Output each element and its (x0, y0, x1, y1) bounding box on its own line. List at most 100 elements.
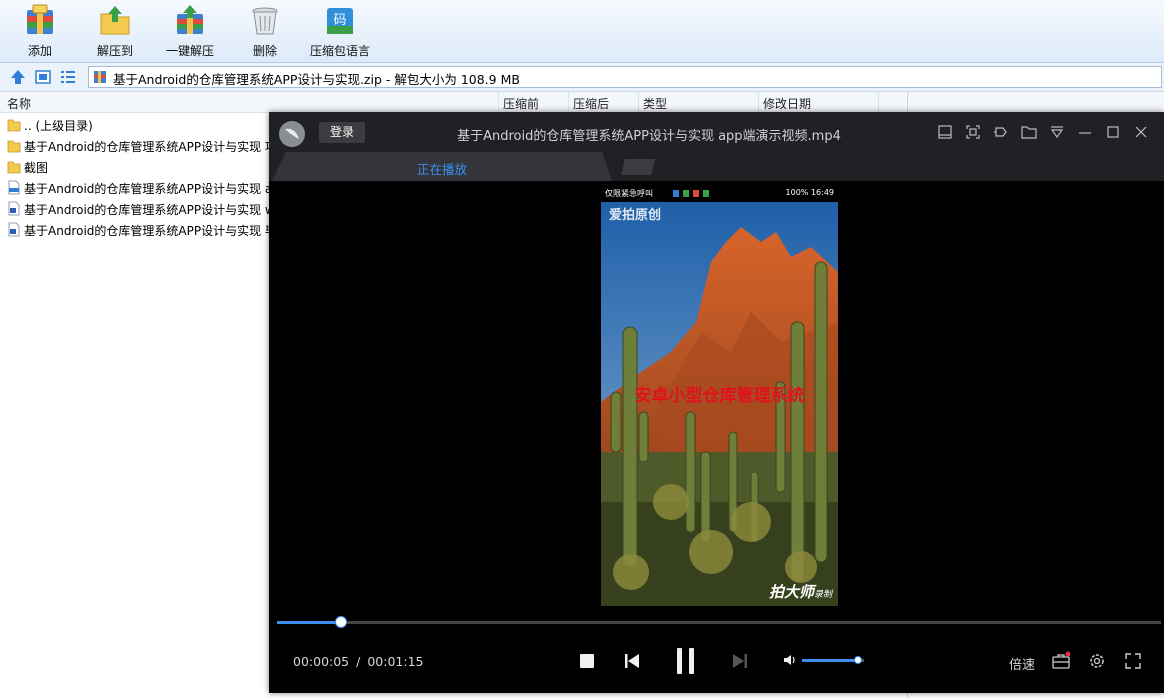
doc-file-icon (7, 201, 21, 216)
pause-button[interactable] (674, 646, 698, 679)
language-code-icon: 码 (323, 4, 357, 38)
notification-dot (1065, 651, 1071, 657)
maximize-icon[interactable] (1104, 123, 1122, 141)
playback-speed-button[interactable]: 倍速 (1009, 654, 1035, 673)
archive-language-label: 压缩包语言 (309, 44, 370, 58)
tab-new[interactable] (621, 159, 655, 175)
tab-now-playing[interactable]: 正在播放 (272, 152, 612, 181)
video-frame: 仅限紧急呼叫 100% 16:49 爱拍原创 安卓小型仓库管理系统 拍大师录制 (601, 186, 838, 606)
player-tab-row: 正在播放 (269, 152, 1164, 181)
mini-mode-icon[interactable] (936, 123, 954, 141)
pause-icon (677, 648, 694, 674)
archive-language-button[interactable]: 码 压缩包语言 (306, 4, 374, 60)
toolbox-button[interactable] (1051, 651, 1071, 674)
fullscreen-icon (1125, 653, 1141, 669)
large-icon-view-icon[interactable] (34, 68, 52, 86)
extract-folder-icon (98, 4, 132, 38)
volume-button[interactable] (782, 652, 798, 671)
close-icon[interactable] (1132, 123, 1150, 141)
phone-status-bar: 仅限紧急呼叫 100% 16:49 (601, 186, 838, 202)
column-name[interactable]: 名称 (7, 95, 31, 112)
tab-now-playing-label: 正在播放 (416, 162, 467, 177)
watermark-top: 爱拍原创 (609, 208, 662, 223)
volume-slider[interactable] (802, 656, 864, 664)
app-notification-icon (703, 190, 709, 197)
toolbox-icon (1052, 651, 1071, 669)
mp4-file-icon (7, 180, 21, 195)
time-total: 00:01:15 (367, 654, 424, 669)
folder-icon (7, 138, 21, 153)
video-canvas[interactable]: 仅限紧急呼叫 100% 16:49 爱拍原创 安卓小型仓库管理系统 拍大师录制 (269, 181, 1164, 617)
time-separator: / (356, 654, 361, 669)
speaker-icon (784, 655, 795, 665)
stop-icon (580, 654, 594, 668)
delete-button[interactable]: 删除 (233, 4, 297, 60)
seek-bar[interactable] (277, 616, 1161, 628)
player-title-bar[interactable]: 登录 基于Android的仓库管理系统APP设计与实现 app端演示视频.mp4 (269, 112, 1164, 152)
fullscreen-button[interactable] (1123, 651, 1143, 674)
app-notification-icon (683, 190, 689, 197)
column-type[interactable]: 类型 (643, 95, 667, 112)
volume-level (802, 659, 858, 662)
zip-archive-icon (93, 70, 107, 84)
list-item-label: 基于Android的仓库管理系统APP设计与实现 项 (24, 140, 277, 154)
column-header-row: 名称 压缩前 压缩后 类型 修改日期 (0, 92, 906, 113)
previous-button[interactable] (623, 652, 641, 673)
one-click-extract-label: 一键解压 (165, 44, 214, 58)
list-item-label: 基于Android的仓库管理系统APP设计与实现 a (24, 182, 273, 196)
seek-bar-handle[interactable] (334, 616, 347, 628)
archive-toolbar: 添加 解压到 一键解压 删除 码 压缩包语言 (0, 0, 1164, 63)
list-view-icon[interactable] (59, 68, 77, 86)
seek-bar-played (277, 621, 341, 624)
stop-button[interactable] (578, 652, 596, 673)
video-title: 基于Android的仓库管理系统APP设计与实现 app端演示视频.mp4 (457, 129, 841, 144)
add-button[interactable]: 添加 (8, 4, 72, 60)
archive-path-text: 基于Android的仓库管理系统APP设计与实现.zip - 解包大小为 108… (113, 72, 520, 87)
status-left-text: 仅限紧急呼叫 (605, 189, 653, 198)
up-arrow-icon[interactable] (9, 68, 27, 86)
screenshot-icon[interactable] (964, 123, 982, 141)
column-modified[interactable]: 修改日期 (763, 95, 811, 112)
extract-to-button[interactable]: 解压到 (83, 4, 147, 60)
add-archive-icon (23, 4, 57, 38)
address-bar: 基于Android的仓库管理系统APP设计与实现.zip - 解包大小为 108… (0, 63, 1164, 92)
app-notification-icon (673, 190, 679, 197)
info-panel-header (908, 92, 1164, 113)
list-item-label: 截图 (24, 161, 49, 175)
settings-button[interactable] (1087, 651, 1107, 674)
list-item-label: 基于Android的仓库管理系统APP设计与实现 w (24, 203, 275, 217)
time-readout: 00:00:05 / 00:01:15 (293, 654, 423, 669)
add-label: 添加 (27, 44, 52, 58)
video-player-window: 登录 基于Android的仓库管理系统APP设计与实现 app端演示视频.mp4 (269, 112, 1164, 693)
watermark-bottom-brand: 拍大师 (768, 583, 814, 601)
extract-to-label: 解压到 (96, 44, 133, 58)
list-item-label: .. (上级目录) (24, 119, 93, 133)
skip-back-icon (625, 654, 639, 668)
watermark-bottom: 拍大师录制 (769, 581, 832, 602)
login-button[interactable]: 登录 (319, 122, 365, 143)
one-click-extract-button[interactable]: 一键解压 (158, 4, 222, 60)
gear-icon (1090, 654, 1104, 668)
menu-dropdown-icon[interactable] (1048, 123, 1066, 141)
column-size-after[interactable]: 压缩后 (573, 95, 609, 112)
language-glyph: 码 (333, 13, 346, 28)
one-click-extract-icon (173, 4, 207, 38)
open-folder-icon[interactable] (1020, 123, 1038, 141)
time-current: 00:00:05 (293, 654, 350, 669)
delete-label: 删除 (252, 44, 277, 58)
watermark-bottom-suffix: 录制 (813, 590, 832, 600)
player-logo-icon[interactable] (279, 121, 305, 147)
video-overlay-caption: 安卓小型仓库管理系统 (634, 386, 805, 406)
status-right-text: 100% 16:49 (785, 188, 834, 197)
trash-icon (248, 4, 282, 38)
app-notification-icon (693, 190, 699, 197)
folder-icon (7, 159, 21, 174)
archive-path-field[interactable]: 基于Android的仓库管理系统APP设计与实现.zip - 解包大小为 108… (88, 66, 1162, 88)
folder-icon (7, 117, 21, 132)
pin-on-top-icon[interactable] (992, 123, 1010, 141)
doc-file-icon (7, 222, 21, 237)
volume-handle[interactable] (853, 656, 862, 664)
next-button[interactable] (731, 652, 749, 673)
minimize-icon[interactable] (1076, 123, 1094, 141)
column-size-before[interactable]: 压缩前 (503, 95, 539, 112)
